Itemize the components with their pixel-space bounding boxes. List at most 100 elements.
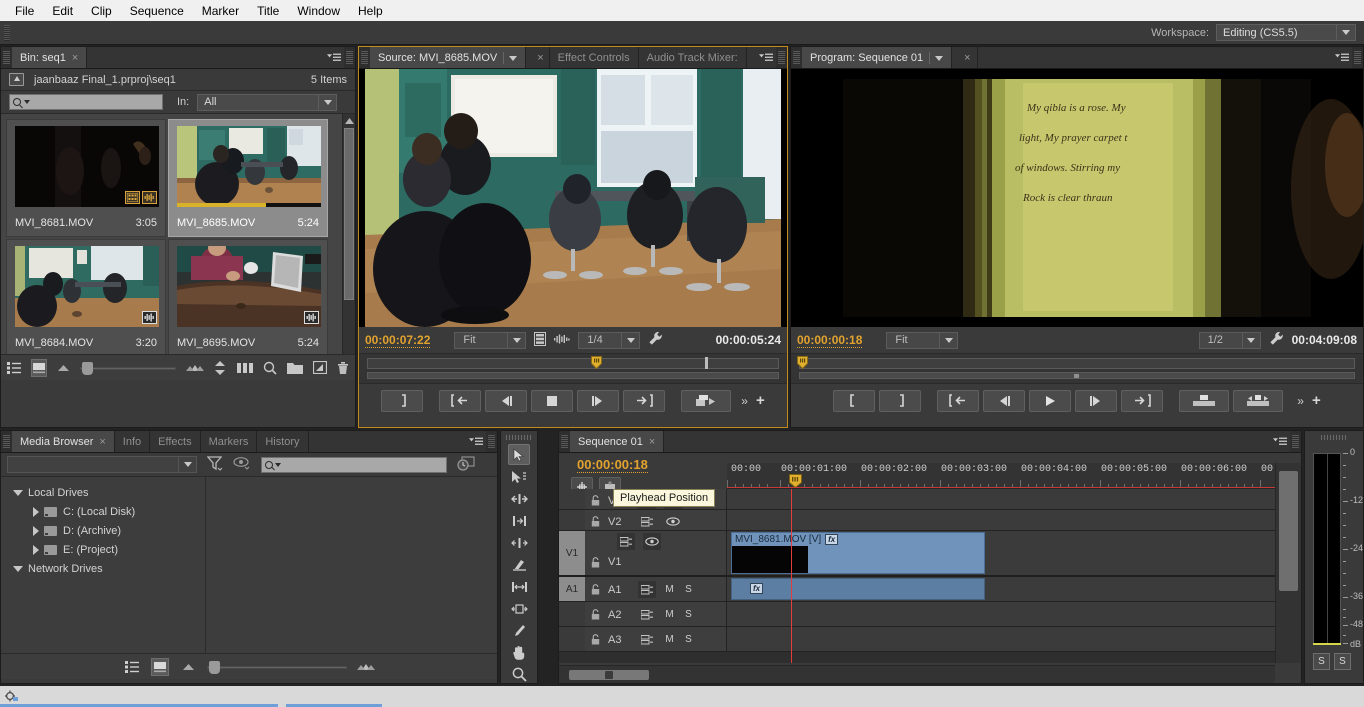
list-view-icon[interactable] (123, 658, 141, 676)
program-resolution-select[interactable]: 1/2 (1198, 331, 1261, 349)
tab-grip[interactable] (3, 51, 10, 64)
delete-icon[interactable] (337, 359, 349, 377)
filter-icon[interactable] (206, 455, 223, 474)
chevron-right-icon[interactable] (33, 544, 39, 555)
track-solo-a3[interactable]: S (683, 634, 694, 645)
razor-tool[interactable] (508, 554, 530, 575)
settings-gear-icon[interactable] (5, 690, 19, 703)
tab-grip-right[interactable] (1354, 51, 1361, 64)
select-zoom-level-icon[interactable] (534, 331, 547, 349)
track-mute-a2[interactable]: M (664, 609, 675, 620)
zoom-tool[interactable] (508, 664, 530, 685)
media-browser-thumb-slider[interactable] (207, 660, 347, 674)
step-forward-button[interactable] (1075, 389, 1118, 412)
button-editor-icon[interactable]: + (1312, 392, 1321, 409)
menu-item-file[interactable]: File (6, 2, 43, 20)
close-icon[interactable]: × (72, 52, 78, 64)
selection-tool[interactable] (508, 444, 530, 465)
source-resolution-select[interactable]: 1/4 (578, 331, 641, 349)
go-to-out-point-button[interactable] (1121, 389, 1164, 412)
source-zoom-bar[interactable] (367, 372, 779, 379)
more-buttons-icon[interactable]: » (1297, 394, 1304, 408)
tab-effects[interactable]: Effects (150, 431, 201, 452)
source-scrubber[interactable] (359, 353, 787, 383)
zoom-small-icon[interactable] (179, 658, 197, 676)
step-back-button[interactable] (485, 389, 528, 412)
tab-grip-right[interactable] (1292, 435, 1299, 448)
tab-grip-right[interactable] (346, 51, 353, 64)
track-sync-icon-v2[interactable] (638, 513, 656, 530)
icon-view-icon[interactable] (31, 358, 47, 377)
stop-button[interactable] (531, 389, 574, 412)
play-button[interactable] (1029, 389, 1072, 412)
workspace-select[interactable]: Editing (CS5.5) (1216, 24, 1356, 41)
track-mute-a1[interactable]: M (664, 584, 675, 595)
thumbnail-size-slider[interactable] (80, 361, 177, 375)
track-header-v2[interactable]: V2 (559, 510, 727, 530)
timeline-tracks-area[interactable]: V3 (559, 489, 1275, 663)
lock-icon[interactable] (591, 495, 600, 506)
bin-thumbnail-area[interactable]: MVI_8681.MOV 3:05 MVI_8685.MOV 5:24 MVI_… (1, 114, 355, 380)
program-current-time[interactable]: 00:00:00:18 (797, 333, 863, 348)
lift-button[interactable] (1179, 389, 1230, 412)
menu-item-sequence[interactable]: Sequence (121, 2, 193, 20)
lock-icon[interactable] (591, 584, 600, 595)
program-time-ruler[interactable] (799, 358, 1355, 369)
close-icon[interactable]: × (964, 52, 970, 64)
scrollbar-thumb[interactable] (344, 128, 354, 300)
extract-button[interactable] (1233, 389, 1284, 412)
lock-icon[interactable] (591, 634, 600, 645)
tab-program-close[interactable]: × (952, 47, 978, 68)
source-playhead-marker[interactable] (591, 356, 602, 370)
bin-item-mvi8685[interactable]: MVI_8685.MOV 5:24 (168, 119, 328, 237)
timeline-clip-audio[interactable]: fx (731, 578, 985, 600)
tab-grip-right[interactable] (778, 51, 785, 64)
media-browser-tree[interactable]: Local Drives C: (Local Disk) D: (Archive… (1, 477, 206, 653)
media-browser-search-input[interactable] (261, 456, 447, 473)
chevron-down-icon[interactable] (178, 457, 196, 472)
tab-source-monitor[interactable]: Source: MVI_8685.MOV (370, 47, 527, 68)
track-target-v1[interactable]: V1 (559, 531, 585, 575)
slip-tool[interactable] (508, 576, 530, 597)
step-back-button[interactable] (983, 389, 1026, 412)
rate-stretch-tool[interactable] (508, 532, 530, 553)
tab-history[interactable]: History (257, 431, 309, 452)
menu-item-clip[interactable]: Clip (82, 2, 121, 20)
tools-grip[interactable] (501, 431, 537, 443)
recent-directories-icon[interactable] (457, 455, 475, 474)
lock-icon[interactable] (591, 609, 600, 620)
program-zoom-select[interactable]: Fit (886, 331, 959, 349)
track-header-v1[interactable]: V1 V1 (559, 531, 727, 575)
go-to-in-point-button[interactable] (937, 389, 980, 412)
track-target-a2[interactable] (559, 602, 585, 626)
program-zoom-handle[interactable] (1074, 374, 1079, 378)
tab-sequence-01[interactable]: Sequence 01 × (570, 431, 665, 452)
track-content-v2[interactable] (727, 510, 1275, 530)
timeline-vertical-scrollbar[interactable] (1275, 463, 1301, 663)
chevron-right-icon[interactable] (33, 525, 39, 536)
zoom-large-icon[interactable] (357, 658, 375, 676)
track-visibility-icon-v1[interactable] (643, 533, 661, 550)
scroll-up-icon[interactable] (343, 114, 355, 127)
tab-info[interactable]: Info (114, 431, 151, 452)
source-current-time[interactable]: 00:00:07:22 (365, 333, 431, 348)
eye-icon[interactable] (233, 456, 251, 473)
track-sync-icon-a3[interactable] (638, 631, 656, 648)
tree-item-local-drives[interactable]: Local Drives (5, 483, 205, 502)
meter-solo-left[interactable]: S (1313, 653, 1330, 670)
chevron-down-icon[interactable] (318, 94, 336, 110)
chevron-down-icon[interactable] (507, 332, 525, 348)
chevron-down-icon[interactable] (1241, 332, 1260, 348)
scrollbar-thumb[interactable] (1279, 471, 1298, 591)
panel-menu-button[interactable] (1270, 431, 1290, 452)
track-sync-icon-v1[interactable] (617, 533, 635, 550)
track-header-a3[interactable]: A3 M S (559, 627, 727, 651)
more-buttons-icon[interactable]: » (741, 394, 748, 408)
close-icon[interactable]: × (649, 436, 655, 448)
media-browser-directory-select[interactable] (7, 456, 197, 473)
track-mute-a3[interactable]: M (664, 634, 675, 645)
panel-menu-button[interactable] (324, 47, 344, 68)
program-scrubber[interactable] (791, 353, 1363, 383)
program-video-display[interactable]: My qibla is a rose. My light, My prayer … (791, 69, 1363, 327)
menu-item-marker[interactable]: Marker (193, 2, 248, 20)
